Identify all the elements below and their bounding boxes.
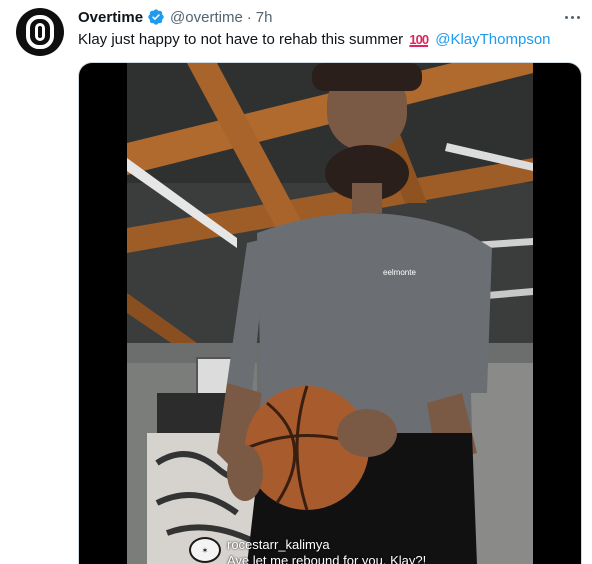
hundred-points-icon: 100: [409, 32, 429, 47]
tweet-card[interactable]: Overtime @overtime · 7h Klay just happy …: [0, 0, 592, 564]
overtime-logo-icon: [26, 15, 54, 49]
media-container[interactable]: eelmonte ✶ rocestarr_kalimya Aye let me …: [78, 62, 582, 564]
author-avatar[interactable]: [16, 8, 64, 56]
video-frame[interactable]: eelmonte ✶ rocestarr_kalimya Aye let me …: [127, 63, 533, 564]
verified-badge-icon: [147, 8, 165, 26]
tweet-text: Klay just happy to not have to rehab thi…: [78, 30, 551, 50]
comment-text: Aye let me rebound for you, Klay?!: [227, 553, 427, 564]
tweet-header: Overtime @overtime · 7h: [78, 7, 272, 27]
gym-scene-image: eelmonte: [127, 63, 533, 564]
tweet-text-body: Klay just happy to not have to rehab thi…: [78, 31, 404, 48]
live-comment-overlay: ✶ rocestarr_kalimya Aye let me rebound f…: [189, 537, 426, 564]
more-options-icon[interactable]: [560, 8, 584, 26]
commenter-avatar: ✶: [189, 537, 221, 563]
mention-link[interactable]: @KlayThompson: [435, 31, 550, 48]
author-name[interactable]: Overtime: [78, 9, 143, 26]
author-handle[interactable]: @overtime: [170, 9, 243, 26]
separator-dot: ·: [246, 8, 252, 26]
commenter-username: rocestarr_kalimya: [227, 537, 330, 552]
tweet-timestamp[interactable]: 7h: [256, 9, 273, 26]
shirt-logo-text: eelmonte: [383, 268, 416, 277]
